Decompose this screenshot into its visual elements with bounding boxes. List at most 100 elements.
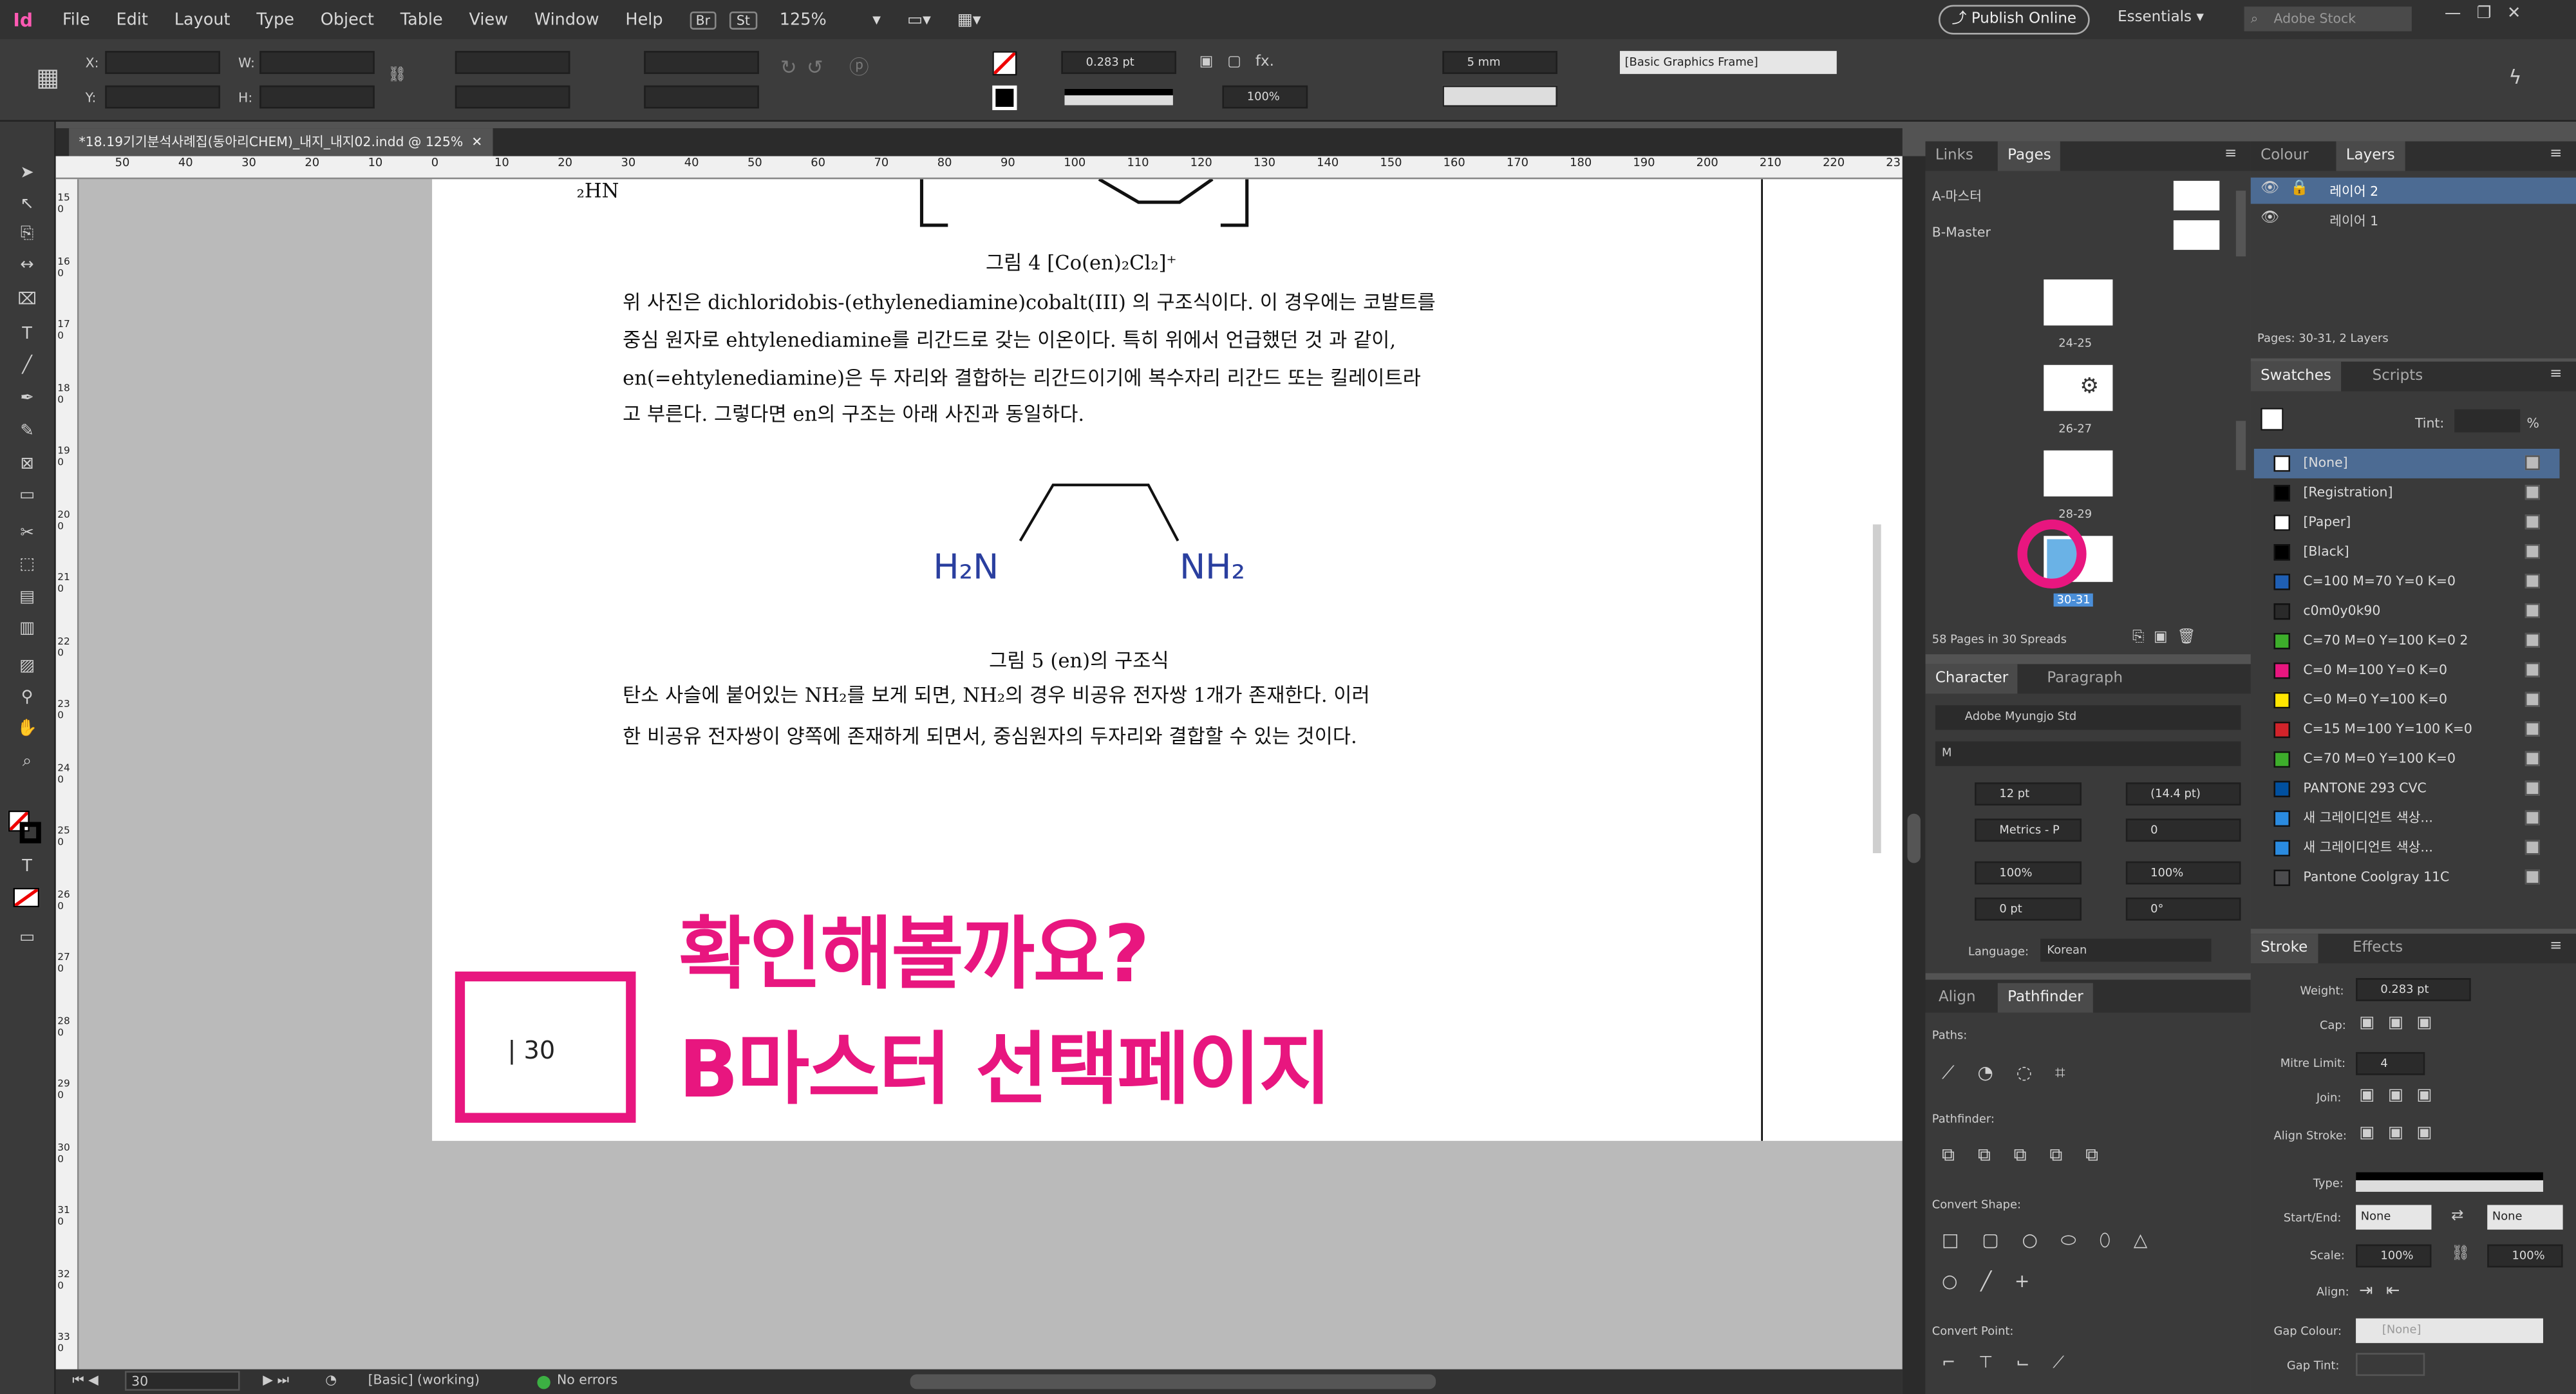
menu-object[interactable]: Object: [321, 11, 374, 29]
tab-layers[interactable]: Layers: [2336, 141, 2405, 171]
scale-end-field[interactable]: 100%: [2487, 1244, 2563, 1268]
menu-file[interactable]: File: [62, 11, 90, 29]
menu-table[interactable]: Table: [400, 11, 443, 29]
minimize-icon[interactable]: —: [2445, 5, 2461, 23]
swatch-row[interactable]: C=15 M=100 Y=100 K=0: [2254, 715, 2560, 745]
close-icon[interactable]: ✕: [2507, 5, 2521, 23]
tab-paragraph[interactable]: Paragraph: [2037, 664, 2132, 693]
gap-tool-icon[interactable]: ↔: [17, 256, 38, 276]
chevron-down-icon[interactable]: ▾: [872, 11, 881, 29]
link-scale-icon[interactable]: ⛓: [2451, 1246, 2470, 1263]
spread-thumb-24-25[interactable]: [2044, 279, 2113, 326]
font-size-field[interactable]: 12 pt: [1975, 782, 2082, 806]
direct-selection-tool-icon[interactable]: ↖: [17, 196, 38, 216]
swatch-row[interactable]: C=100 M=70 Y=0 K=0: [2254, 567, 2560, 597]
lock-icon[interactable]: 🔒: [2290, 181, 2309, 198]
menu-help[interactable]: Help: [625, 11, 663, 29]
pen-tool-icon[interactable]: ✒: [17, 390, 38, 410]
swatch-row[interactable]: C=70 M=0 Y=100 K=0: [2254, 745, 2560, 775]
rectangle-tool-icon[interactable]: ▭: [17, 487, 38, 507]
swatch-fill-none-icon[interactable]: [2261, 408, 2284, 431]
pathfinder-buttons[interactable]: ⧉⧉⧉⧉⧉: [1942, 1144, 2121, 1167]
h-field[interactable]: [259, 85, 375, 109]
cap-buttons[interactable]: ▣▣▣: [2359, 1014, 2445, 1032]
swatch-row[interactable]: C=70 M=0 Y=100 K=0 2: [2254, 626, 2560, 656]
tint-field[interactable]: [2454, 409, 2521, 433]
swatch-row[interactable]: C=0 M=0 Y=100 K=0: [2254, 686, 2560, 715]
gradient-swatch-tool-icon[interactable]: ▤: [17, 589, 38, 608]
lightning-icon[interactable]: ϟ: [2508, 66, 2521, 89]
master-a[interactable]: A-마스터: [1932, 187, 1982, 205]
arrange-icon[interactable]: ▦▾: [957, 11, 981, 29]
font-family-select[interactable]: Adobe Myungjo Std: [1935, 705, 2241, 730]
page-tool-icon[interactable]: ⎘: [17, 225, 38, 245]
masters-scrollbar[interactable]: [2235, 191, 2246, 257]
fill-swatch-none[interactable]: [992, 51, 1017, 76]
horizontal-ruler[interactable]: 50 40 30 20 10 0 10 20 30 40 50 60 70 80 90 100 110 120 13…: [55, 156, 1903, 180]
opacity-field[interactable]: 100%: [1222, 85, 1308, 109]
stroke-weight-field[interactable]: 0.283 pt: [1061, 51, 1176, 74]
gradient-feather-tool-icon[interactable]: ▥: [17, 620, 38, 640]
screen-mode-icon[interactable]: ▭: [17, 928, 38, 948]
horizontal-scrollbar[interactable]: [910, 1374, 1436, 1389]
close-icon[interactable]: ✕: [467, 135, 483, 149]
free-transform-tool-icon[interactable]: ⬚: [17, 556, 38, 576]
y-field[interactable]: [105, 85, 220, 109]
master-a-thumb[interactable]: [2173, 180, 2220, 211]
menu-view[interactable]: View: [469, 11, 509, 29]
gap-tint-field[interactable]: [2356, 1353, 2425, 1376]
workspace-switcher[interactable]: Essentials ▾: [2118, 10, 2204, 26]
convert-shape-buttons[interactable]: □▢○⬭⬯△: [1942, 1230, 2170, 1253]
swatch-row[interactable]: 새 그레이디언트 색상...: [2254, 833, 2560, 863]
rotation-field[interactable]: [644, 51, 759, 74]
eye-icon[interactable]: 👁: [2261, 181, 2279, 198]
stroke-weight-field[interactable]: 0.283 pt: [2356, 978, 2471, 1001]
tab-links[interactable]: Links: [1926, 142, 1984, 171]
next-page-icon[interactable]: ▶ ⏭: [263, 1373, 289, 1389]
screen-mode-icon[interactable]: ▭▾: [907, 11, 931, 29]
spread-thumb-28-29[interactable]: [2044, 450, 2113, 497]
bridge-button[interactable]: Br: [689, 10, 717, 29]
shear-field[interactable]: [644, 85, 759, 109]
panel-menu-icon[interactable]: ≡: [2550, 939, 2562, 956]
fx-icon[interactable]: ▣ ▢ fx.: [1199, 54, 1274, 71]
menu-layout[interactable]: Layout: [174, 11, 230, 29]
stroke-black-icon[interactable]: [19, 822, 41, 843]
x-field[interactable]: [105, 51, 220, 74]
gap-colour-select[interactable]: [None]: [2356, 1318, 2543, 1343]
start-select[interactable]: None: [2356, 1205, 2432, 1230]
horizontal-scale-field[interactable]: 100%: [2125, 861, 2241, 885]
zoom-tool-icon[interactable]: ⌕: [17, 753, 38, 773]
pencil-tool-icon[interactable]: ✎: [17, 422, 38, 442]
document-page[interactable]: ₂HN 그림 4 [Co(en)₂Cl₂]⁺ 위 사진은 dichloridob…: [432, 179, 1903, 1141]
baseline-shift-field[interactable]: 0 pt: [1975, 897, 2082, 921]
swatch-row[interactable]: 새 그레이디언트 색상...: [2254, 804, 2560, 833]
path-buttons[interactable]: ⟋◔◌⌗: [1942, 1062, 2088, 1085]
align-stroke-buttons[interactable]: ▣▣▣: [2359, 1124, 2445, 1142]
page-footer-icons[interactable]: ⎘ ▣ 🗑: [2132, 630, 2195, 646]
tab-pathfinder[interactable]: Pathfinder: [1997, 983, 2094, 1013]
corner-shape-select[interactable]: [1442, 85, 1557, 107]
first-page-icon[interactable]: ⏮ ◀: [72, 1373, 99, 1389]
selection-tool-icon[interactable]: ➤: [17, 164, 38, 184]
scale-start-field[interactable]: 100%: [2356, 1244, 2432, 1268]
stock-search-input[interactable]: ⌕ Adobe Stock: [2244, 6, 2412, 32]
join-buttons[interactable]: ▣▣▣: [2359, 1087, 2445, 1105]
tab-stroke[interactable]: Stroke: [2250, 934, 2318, 964]
preflight-profile[interactable]: [Basic] (working): [368, 1373, 480, 1388]
line-tool-icon[interactable]: ╱: [17, 357, 38, 377]
end-select[interactable]: None: [2487, 1205, 2563, 1230]
swatch-row[interactable]: [None]: [2253, 448, 2560, 478]
align-buttons[interactable]: ⇥⇤: [2359, 1282, 2413, 1300]
note-tool-icon[interactable]: ▨: [17, 657, 38, 677]
canvas-vertical-scrollbar[interactable]: [1902, 156, 1926, 1394]
panel-menu-icon[interactable]: ≡: [2224, 146, 2237, 163]
swatch-row[interactable]: c0m0y0k90: [2254, 597, 2560, 626]
publish-online-button[interactable]: ⤴ Publish Online: [1938, 5, 2090, 35]
formatting-affects-text-icon[interactable]: T: [17, 858, 38, 878]
leading-field[interactable]: (14.4 pt): [2125, 782, 2241, 806]
apply-none-icon[interactable]: [13, 887, 40, 908]
convert-point-buttons[interactable]: ⌐⊤⌙⟋: [1942, 1355, 2087, 1373]
vertical-scale-field[interactable]: 100%: [1975, 861, 2082, 885]
master-b-thumb[interactable]: [2173, 220, 2220, 250]
